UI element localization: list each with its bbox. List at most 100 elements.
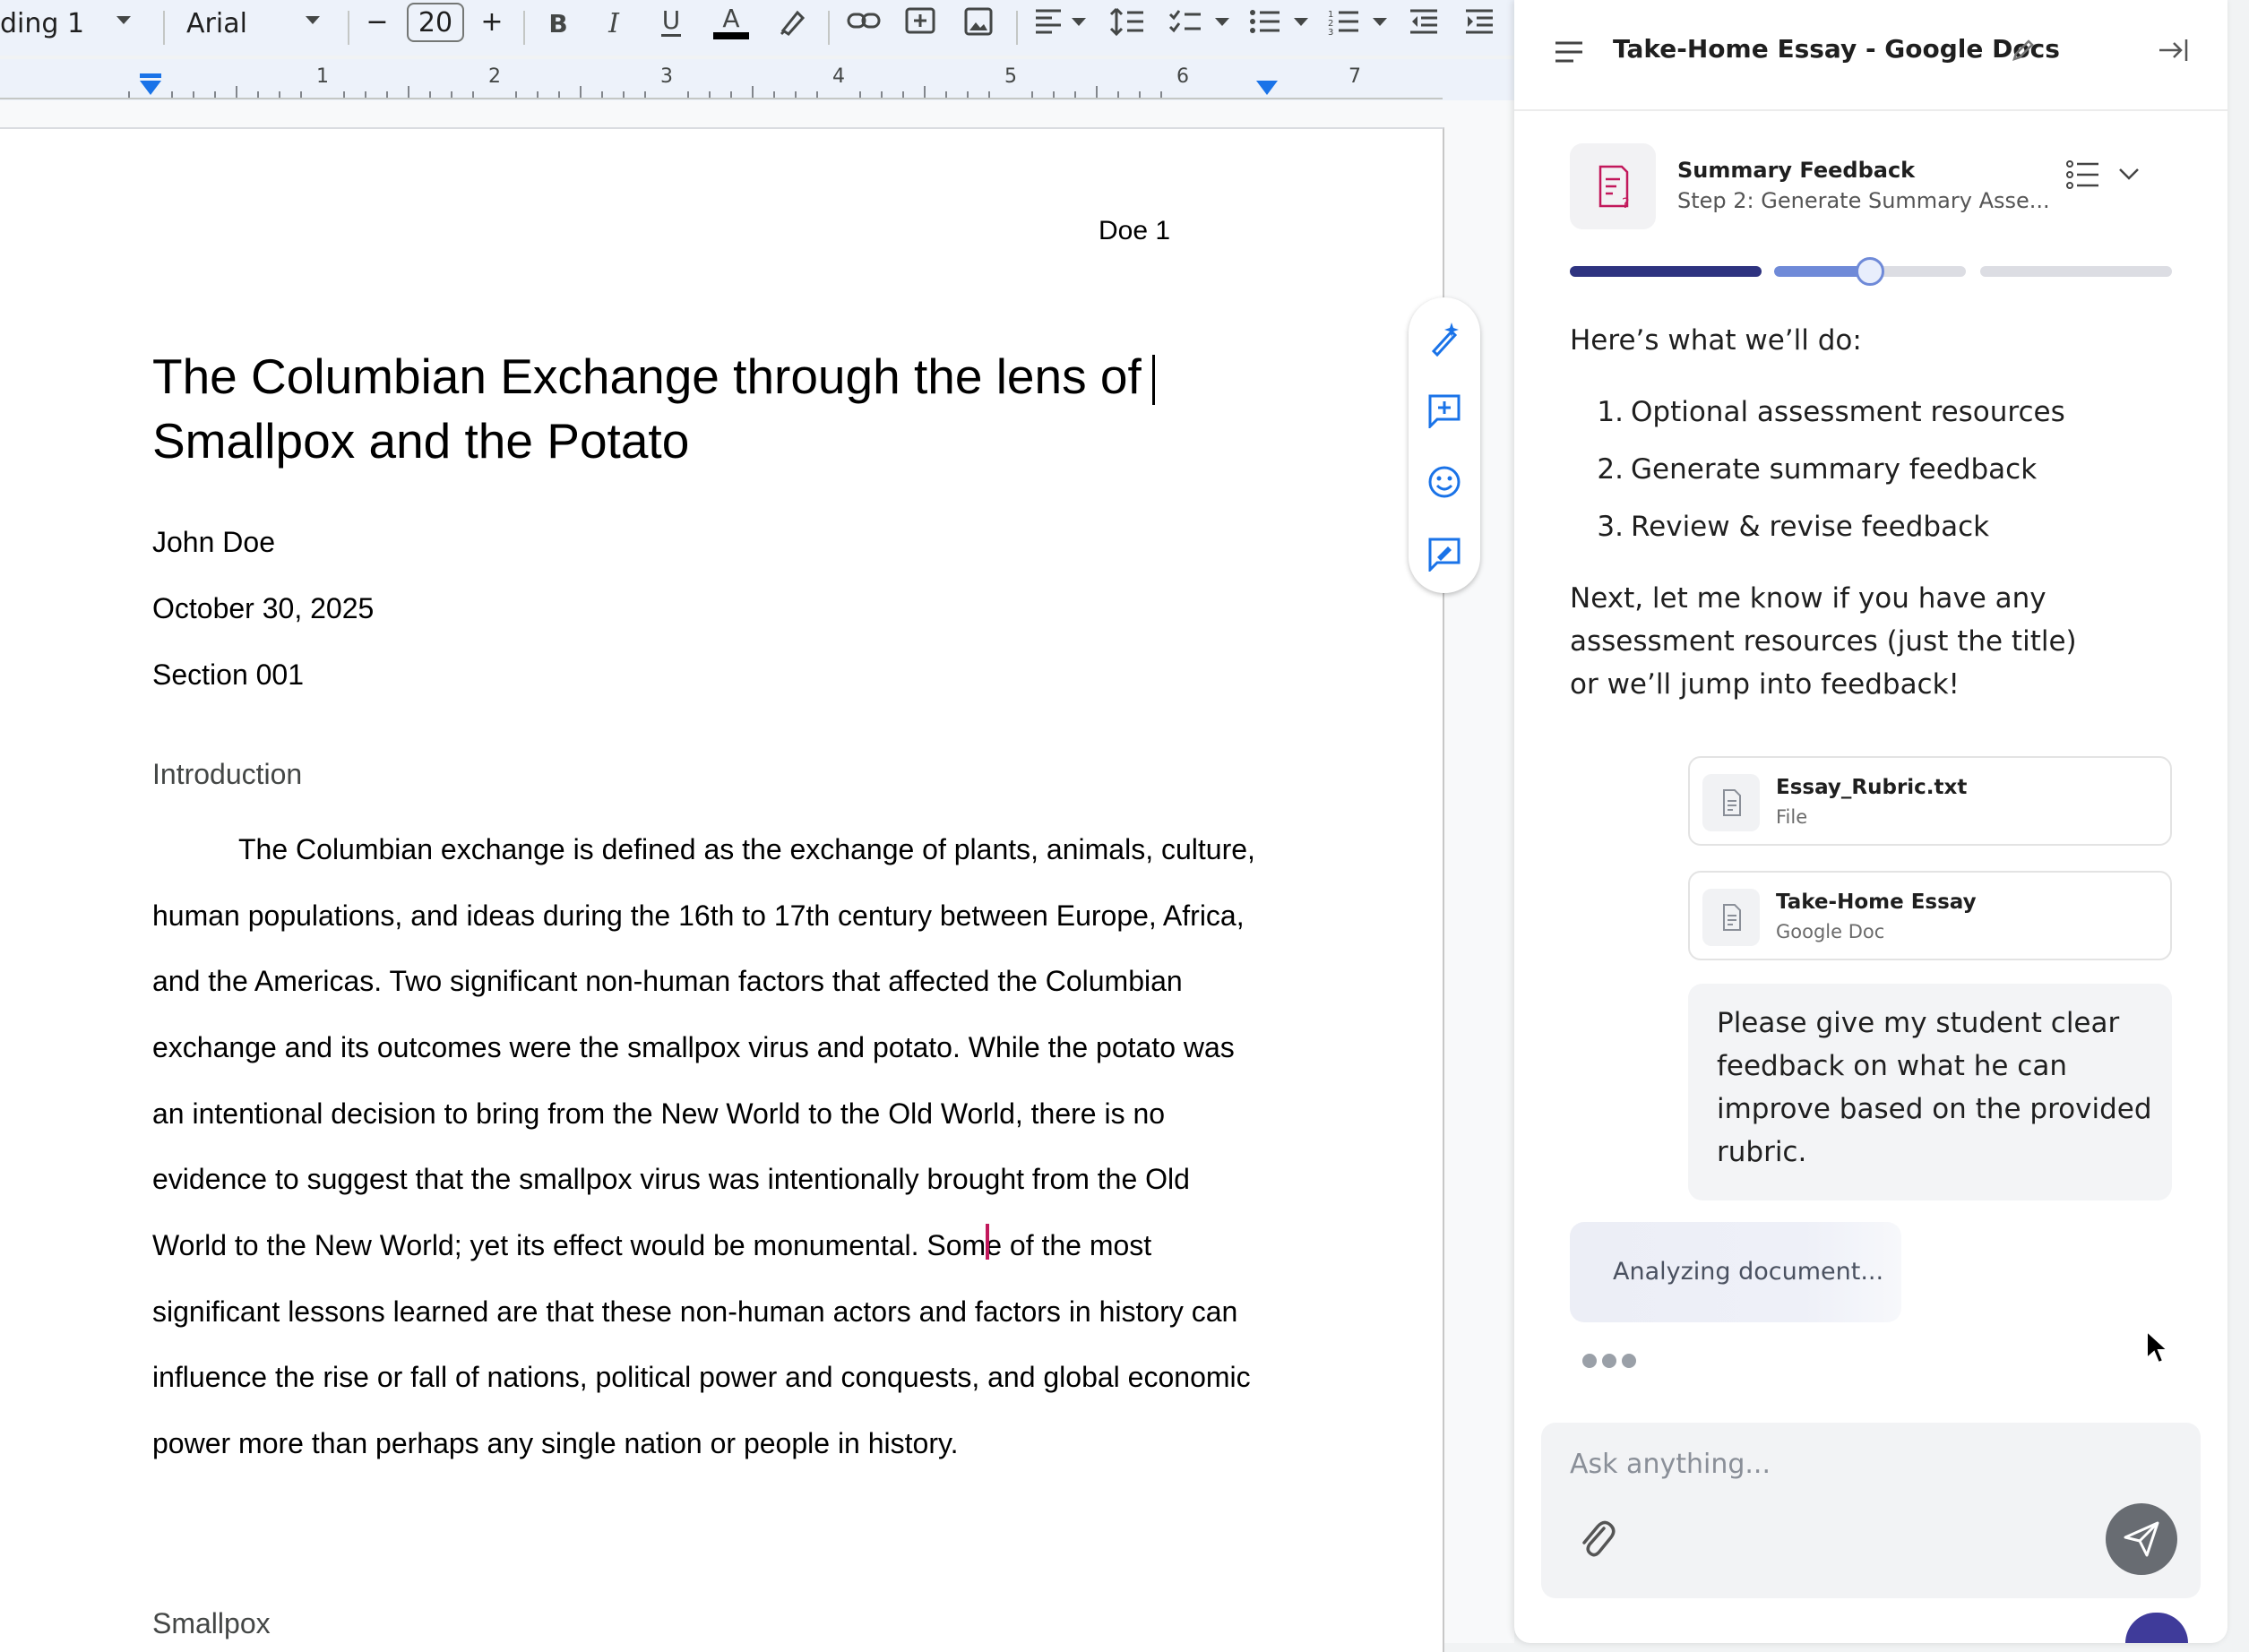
suggest-edit-icon[interactable] — [1426, 536, 1462, 573]
menu-icon[interactable] — [1554, 39, 1584, 68]
font-size-input[interactable]: 20 — [407, 3, 464, 42]
user-message-line: Please give my student clear — [1717, 1007, 2120, 1039]
line-spacing-icon[interactable] — [1109, 5, 1145, 38]
step-1-progress — [1570, 266, 1762, 277]
floating-action-bar — [1409, 297, 1480, 593]
plan-item: 3. Review & revise feedback — [1597, 511, 1989, 543]
attachment-name: Essay_Rubric.txt — [1776, 776, 1968, 799]
assistant-message-line: or we’ll jump into feedback! — [1570, 668, 1960, 701]
right-indent-marker — [1256, 81, 1278, 95]
document-page[interactable]: Doe 1 The Columbian Exchange through the… — [0, 127, 1444, 1652]
panel-header: Take-Home Essay - Google Docs — [1514, 0, 2227, 111]
paragraph-line[interactable]: influence the rise or fall of nations, p… — [152, 1361, 1251, 1394]
plan-text: Generate summary feedback — [1631, 453, 2038, 486]
bulleted-list-icon[interactable] — [1249, 7, 1281, 36]
italic-icon[interactable]: I — [599, 5, 629, 39]
typing-indicator-dot — [1622, 1354, 1636, 1368]
document-title[interactable]: The Columbian Exchange through the lens … — [152, 344, 1281, 473]
ruler-ticks: 1 2 3 4 5 6 7 — [0, 65, 1443, 99]
checklist-icon[interactable] — [1168, 7, 1202, 36]
decrease-font-size-button[interactable]: − — [366, 4, 389, 39]
section-heading-smallpox[interactable]: Smallpox — [152, 1607, 271, 1640]
text-cursor — [1151, 355, 1155, 406]
highlight-pen-icon[interactable] — [776, 5, 808, 38]
numbered-list-icon[interactable]: 123 — [1328, 7, 1360, 36]
chevron-down-icon[interactable] — [1072, 18, 1086, 26]
section-heading-introduction[interactable]: Introduction — [152, 758, 302, 791]
attachment-card[interactable]: Take-Home Essay Google Doc — [1688, 871, 2172, 960]
svg-text:B: B — [548, 9, 567, 39]
horizontal-ruler[interactable]: 1 2 3 4 5 6 7 — [0, 59, 1514, 100]
paragraph-line[interactable]: an intentional decision to bring from th… — [152, 1097, 1165, 1131]
document-date[interactable]: October 30, 2025 — [152, 592, 374, 625]
chevron-down-icon[interactable] — [1215, 18, 1229, 26]
ruler-number: 1 — [316, 65, 329, 88]
chevron-down-icon[interactable] — [2116, 165, 2141, 186]
chevron-down-icon[interactable] — [1294, 18, 1308, 26]
paragraph-line[interactable]: significant lessons learned are that the… — [152, 1295, 1237, 1329]
left-indent-marker — [140, 81, 161, 95]
paragraph-line[interactable]: human populations, and ideas during the … — [152, 899, 1245, 933]
toolbar-divider — [163, 11, 165, 45]
paragraph-line[interactable]: and the Americas. Two significant non-hu… — [152, 965, 1183, 998]
chevron-down-icon[interactable] — [116, 16, 131, 24]
add-comment-icon[interactable] — [1426, 392, 1462, 430]
user-message-line: improve based on the provided — [1717, 1093, 2152, 1125]
progress-knob[interactable] — [1856, 257, 1884, 286]
user-message-bubble: Please give my student clear feedback on… — [1688, 984, 2172, 1200]
increase-indent-icon[interactable] — [1464, 7, 1495, 36]
svg-text:U: U — [662, 5, 681, 35]
paragraph-line[interactable]: power more than perhaps any single natio… — [152, 1427, 959, 1460]
increase-font-size-button[interactable]: + — [480, 4, 504, 39]
underline-icon[interactable]: U — [656, 4, 686, 39]
edit-sparkle-icon[interactable] — [1426, 321, 1462, 357]
paperclip-icon[interactable] — [1577, 1518, 1616, 1564]
typing-indicator-dot — [1582, 1354, 1597, 1368]
text-color-icon[interactable]: A — [711, 2, 751, 41]
attachment-name: Take-Home Essay — [1776, 891, 1977, 914]
chevron-down-icon[interactable] — [1373, 18, 1387, 26]
send-button[interactable] — [2106, 1503, 2177, 1575]
svg-text:?: ? — [1622, 194, 1630, 211]
user-message-line: feedback on what he can — [1717, 1050, 2067, 1082]
paragraph-line-with-collaborator-cursor[interactable]: World to the New World; yet its effect w… — [152, 1229, 1151, 1262]
file-icon — [1702, 889, 1760, 946]
chevron-down-icon[interactable] — [306, 16, 320, 24]
paragraph-line[interactable]: exchange and its outcomes were the small… — [152, 1031, 1235, 1064]
paragraph-style-dropdown[interactable]: ding 1 — [0, 5, 84, 41]
bold-icon[interactable]: B — [543, 5, 573, 39]
paragraph-line[interactable]: evidence to suggest that the smallpox vi… — [152, 1163, 1190, 1196]
font-family-dropdown[interactable]: Arial — [186, 5, 247, 41]
assistant-message-line: Next, let me know if you have any — [1570, 582, 2047, 615]
toolbar-divider — [1016, 11, 1018, 45]
svg-text:A: A — [722, 4, 739, 33]
plan-item: 1. Optional assessment resources — [1597, 396, 2064, 428]
assistant-intro: Here’s what we’ll do: — [1570, 324, 1862, 357]
first-line-indent-marker — [140, 73, 161, 78]
steps-list-icon[interactable] — [2066, 159, 2100, 194]
collapse-panel-icon[interactable] — [2156, 36, 2192, 68]
decrease-indent-icon[interactable] — [1409, 7, 1439, 36]
paragraph-line-text: World to the New World; yet its effect w… — [152, 1229, 1152, 1261]
ask-input[interactable] — [1568, 1441, 2109, 1487]
pencil-icon[interactable] — [2009, 36, 2038, 68]
font-size-value: 20 — [418, 6, 453, 39]
paragraph-line[interactable]: The Columbian exchange is defined as the… — [238, 833, 1255, 866]
add-comment-icon[interactable] — [903, 5, 937, 39]
step-3-progress — [1980, 266, 2172, 277]
attachment-card[interactable]: Essay_Rubric.txt File — [1688, 756, 2172, 846]
insert-image-icon[interactable] — [962, 5, 995, 38]
title-line-1: The Columbian Exchange through the lens … — [152, 348, 1142, 404]
course-section[interactable]: Section 001 — [152, 658, 304, 692]
author-name[interactable]: John Doe — [152, 526, 275, 559]
link-icon[interactable] — [846, 7, 882, 34]
svg-text:I: I — [607, 8, 620, 39]
svg-text:3: 3 — [1328, 28, 1333, 36]
page-header[interactable]: Doe 1 — [1099, 216, 1170, 246]
emoji-reaction-icon[interactable] — [1426, 464, 1462, 500]
mouse-pointer-icon — [2145, 1329, 2170, 1369]
assistant-side-panel: Take-Home Essay - Google Docs ? Summary … — [1514, 0, 2227, 1643]
align-left-icon[interactable] — [1032, 7, 1064, 36]
typing-indicator-dot — [1602, 1354, 1616, 1368]
plus-icon: + — [480, 5, 504, 38]
